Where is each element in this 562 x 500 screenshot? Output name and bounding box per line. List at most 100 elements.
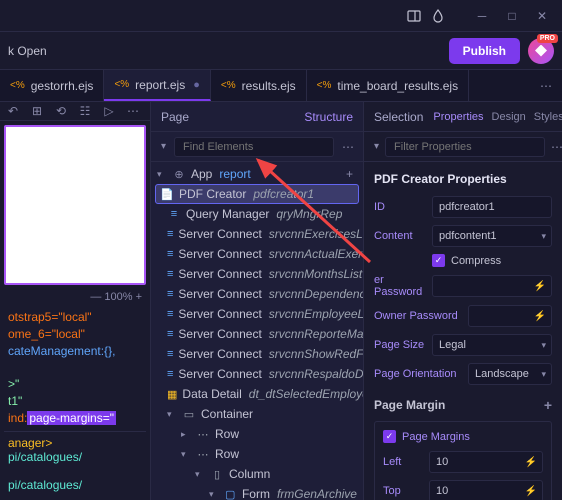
- margin-left-input[interactable]: [429, 451, 543, 473]
- tab-results[interactable]: <%results.ejs: [211, 70, 307, 101]
- column-icon: ▯: [210, 467, 224, 481]
- chevron-down-icon[interactable]: ▾: [209, 489, 219, 500]
- database-icon: ≡: [167, 247, 173, 261]
- tree-serverconnect[interactable]: ≡Server ConnectsrvcnnActualExercise: [151, 244, 363, 264]
- tool-struct[interactable]: ☷: [76, 102, 94, 120]
- tab-gestorrh[interactable]: <%gestorrh.ejs: [0, 70, 104, 101]
- tool-more[interactable]: ⋯: [124, 102, 142, 120]
- tree-app[interactable]: ▾⊕Appreport+: [151, 164, 363, 184]
- add-margin-icon[interactable]: +: [544, 397, 552, 413]
- tree-serverconnect[interactable]: ≡Server ConnectsrvcnnShowRedFla...: [151, 344, 363, 364]
- zoom-control[interactable]: — 100% +: [4, 289, 146, 305]
- panel-menu[interactable]: ⋯: [551, 140, 562, 154]
- topbar: k Open Publish PRO: [0, 32, 562, 70]
- chevron-down-icon[interactable]: ▾: [195, 469, 205, 480]
- panel-menu[interactable]: ⋯: [342, 140, 354, 154]
- tab-timeboard[interactable]: <%time_board_results.ejs: [307, 70, 469, 101]
- tab-report[interactable]: <%report.ejs●: [104, 70, 210, 101]
- tree-pdfcreator[interactable]: 📄PDF Creatorpdfcreator1: [155, 184, 359, 204]
- collapse-icon[interactable]: ▾: [161, 141, 166, 152]
- minimize-button[interactable]: ─: [470, 4, 494, 28]
- tab-label: results.ejs: [242, 79, 296, 93]
- window-controls: ─ □ ✕: [470, 4, 554, 28]
- publish-button[interactable]: Publish: [449, 38, 520, 64]
- orientation-select[interactable]: Landscape: [468, 363, 552, 385]
- page-margin-title: Page Margin+: [374, 397, 552, 413]
- pagesize-label: Page Size: [374, 339, 426, 351]
- page-panel-title: Page: [161, 110, 189, 124]
- code-editor[interactable]: otstrap5="local" ome_6="local" cateManag…: [4, 305, 146, 431]
- top-label: Top: [383, 485, 423, 497]
- add-icon[interactable]: +: [346, 167, 357, 181]
- form-icon: ▢: [224, 487, 237, 500]
- tab-styles[interactable]: Styles: [534, 111, 562, 123]
- row-icon: ⋯: [196, 447, 210, 461]
- app-icon: ⊕: [172, 167, 186, 181]
- tool-sync[interactable]: ⟲: [52, 102, 70, 120]
- page-preview[interactable]: [4, 125, 146, 285]
- page-margins-toggle[interactable]: ✓Page Margins: [383, 430, 543, 443]
- tree-querymanager[interactable]: ≡Query ManagerqryMngrRep: [151, 204, 363, 224]
- database-icon: ≡: [167, 367, 173, 381]
- tab-close-icon[interactable]: ●: [193, 79, 200, 91]
- tree-row[interactable]: ▾⋯Row: [151, 444, 363, 464]
- user-password-input[interactable]: [432, 275, 552, 297]
- chevron-down-icon[interactable]: ▾: [181, 449, 191, 460]
- chevron-down-icon[interactable]: ▾: [374, 141, 379, 152]
- filter-row: ▾ ⋯: [364, 132, 562, 162]
- database-icon: ≡: [167, 287, 173, 301]
- tree-row[interactable]: ▸⋯Row: [151, 424, 363, 444]
- container-icon: ▭: [182, 407, 196, 421]
- tab-label: time_board_results.ejs: [337, 79, 458, 93]
- checkbox-checked-icon[interactable]: ✓: [383, 430, 396, 443]
- tabbar-overflow[interactable]: ⋯: [530, 70, 562, 101]
- tree-serverconnect[interactable]: ≡Server ConnectsrvcnnDependencia...: [151, 284, 363, 304]
- tool-play[interactable]: ▷: [100, 102, 118, 120]
- compress-row[interactable]: ✓Compress: [432, 254, 552, 267]
- tree-form[interactable]: ▾▢FormfrmGenArchive: [151, 484, 363, 500]
- tab-label: report.ejs: [135, 78, 185, 92]
- id-input[interactable]: [432, 196, 552, 218]
- owner-password-input[interactable]: [468, 305, 552, 327]
- tree-serverconnect[interactable]: ≡Server ConnectsrvcnnReporteMarc...: [151, 324, 363, 344]
- avatar[interactable]: PRO: [528, 38, 554, 64]
- editor-toolbar: ↶ ⊞ ⟲ ☷ ▷ ⋯: [0, 102, 150, 121]
- close-button[interactable]: ✕: [530, 4, 554, 28]
- database-icon: ≡: [167, 327, 173, 341]
- terminal[interactable]: anager> pi/catalogues/ pi/catalogues/ ca…: [4, 431, 146, 500]
- tab-properties[interactable]: Properties: [433, 111, 483, 123]
- tree-serverconnect[interactable]: ≡Server ConnectsrvcnnRespaldoDtls: [151, 364, 363, 384]
- pdf-icon: 📄: [160, 187, 174, 201]
- pagesize-select[interactable]: Legal: [432, 334, 552, 356]
- tab-design[interactable]: Design: [492, 111, 526, 123]
- margin-box: ✓Page Margins Left⚡ Top⚡ Right⚡ Bottom⚡: [374, 421, 552, 500]
- margin-top-input[interactable]: [429, 480, 543, 500]
- tree-serverconnect[interactable]: ≡Server ConnectsrvcnnEmployeeList: [151, 304, 363, 324]
- maximize-button[interactable]: □: [500, 4, 524, 28]
- tool-back[interactable]: ↶: [4, 102, 22, 120]
- tree-serverconnect[interactable]: ≡Server ConnectsrvcnnMonthsList: [151, 264, 363, 284]
- checkbox-checked-icon[interactable]: ✓: [432, 254, 445, 267]
- find-elements-input[interactable]: [174, 137, 334, 157]
- open-label: k Open: [8, 44, 47, 58]
- filter-properties-input[interactable]: [385, 137, 545, 157]
- chevron-down-icon[interactable]: ▾: [157, 169, 167, 180]
- id-label: ID: [374, 201, 426, 213]
- content-select[interactable]: pdfcontent1: [432, 225, 552, 247]
- tree-column[interactable]: ▾▯Column: [151, 464, 363, 484]
- row-icon: ⋯: [196, 427, 210, 441]
- tabbar: <%gestorrh.ejs <%report.ejs● <%results.e…: [0, 70, 562, 102]
- panel-icon[interactable]: [406, 8, 422, 24]
- chevron-right-icon[interactable]: ▸: [181, 429, 191, 440]
- userpw-label: er Password: [374, 274, 426, 298]
- tree-container[interactable]: ▾▭Container: [151, 404, 363, 424]
- database-icon: ≡: [167, 207, 181, 221]
- tool-grid[interactable]: ⊞: [28, 102, 46, 120]
- drop-icon[interactable]: [430, 8, 446, 24]
- tree-datadetail[interactable]: ▦Data Detaildt_dtSelectedEmployee: [151, 384, 363, 404]
- tree-serverconnect[interactable]: ≡Server ConnectsrvcnnExercisesList: [151, 224, 363, 244]
- selection-header: Selection Properties Design Styles: [364, 102, 562, 132]
- canvas-area: — 100% + otstrap5="local" ome_6="local" …: [0, 121, 150, 500]
- chevron-down-icon[interactable]: ▾: [167, 409, 177, 420]
- structure-link[interactable]: Structure: [304, 110, 353, 124]
